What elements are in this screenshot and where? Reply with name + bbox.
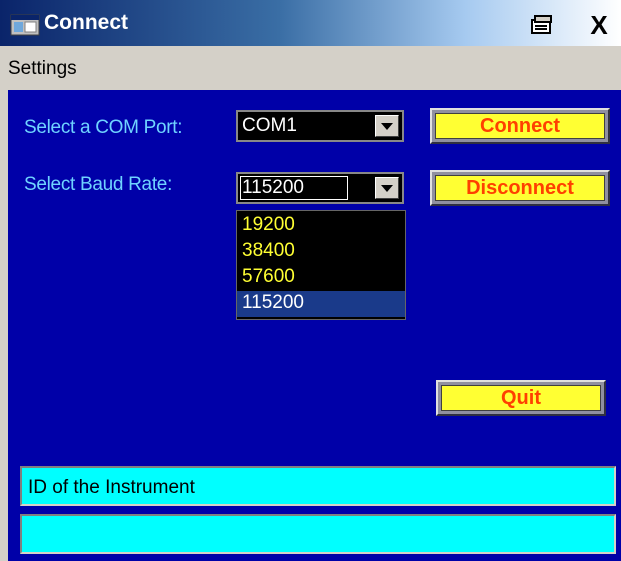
quit-button[interactable]: Quit — [436, 380, 606, 416]
disconnect-button-label: Disconnect — [435, 175, 605, 201]
com-port-value: COM1 — [242, 115, 297, 136]
menu-item-settings[interactable]: Settings — [8, 58, 77, 80]
close-button[interactable]: X — [585, 12, 613, 38]
client-area: Select a COM Port: COM1 Select Baud Rate… — [8, 90, 621, 561]
baud-rate-value: 115200 — [242, 177, 304, 198]
connect-button[interactable]: Connect — [430, 108, 610, 144]
quit-button-label: Quit — [441, 385, 601, 411]
instrument-id-text: ID of the Instrument — [28, 477, 195, 498]
disconnect-button[interactable]: Disconnect — [430, 170, 610, 206]
close-icon: X — [590, 10, 608, 40]
chevron-down-icon — [381, 184, 393, 192]
window-title: Connect — [44, 11, 128, 34]
com-port-dropdown-button[interactable] — [375, 115, 399, 137]
app-window-icon — [10, 14, 40, 36]
baud-option-57600[interactable]: 57600 — [237, 265, 405, 291]
connect-button-label: Connect — [435, 113, 605, 139]
baud-rate-dropdown-button[interactable] — [375, 177, 399, 199]
baud-rate-select[interactable]: 115200 — [236, 172, 404, 204]
menu-bar: Settings — [0, 48, 621, 88]
baud-rate-label: Select Baud Rate: — [24, 174, 173, 195]
title-bar[interactable]: Connect X — [0, 0, 621, 46]
restore-icon — [531, 15, 552, 34]
baud-option-19200[interactable]: 19200 — [237, 213, 405, 239]
text-caret — [319, 178, 321, 198]
baud-option-115200[interactable]: 115200 — [237, 291, 405, 317]
baud-rate-dropdown-list: 19200 38400 57600 115200 — [236, 210, 406, 320]
restore-button[interactable] — [528, 12, 556, 38]
chevron-down-icon — [381, 122, 393, 130]
com-port-label: Select a COM Port: — [24, 117, 183, 138]
connect-window: Connect X Settings Select a COM Port: CO… — [0, 0, 621, 561]
baud-option-38400[interactable]: 38400 — [237, 239, 405, 265]
instrument-id-field[interactable]: ID of the Instrument — [20, 466, 616, 506]
com-port-select[interactable]: COM1 — [236, 110, 404, 142]
status-field[interactable] — [20, 514, 616, 554]
